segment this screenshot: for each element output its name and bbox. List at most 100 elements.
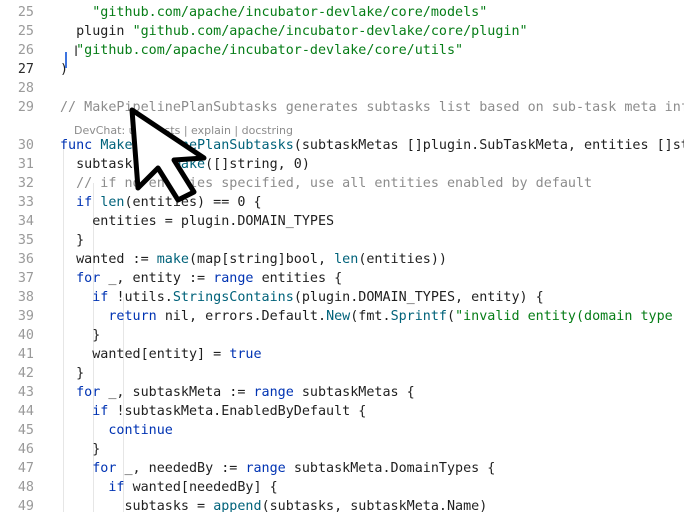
line-number: 44: [17, 404, 34, 419]
line-number: 42: [17, 366, 34, 381]
code-token: plugin: [60, 24, 133, 39]
code-token: (plugin.DOMAIN_TYPES, entity) {: [293, 290, 544, 305]
line-number: 32: [17, 176, 34, 191]
code-editor[interactable]: 25 "github.com/apache/incubator-devlake/…: [0, 0, 684, 512]
code-token: Sprintf: [390, 309, 447, 324]
line-number: 35: [17, 233, 34, 248]
code-token: append: [213, 499, 262, 512]
code-token: (entities)): [358, 252, 447, 267]
code-line[interactable]: return nil, errors.Default.New(fmt.Sprin…: [60, 307, 673, 326]
code-line[interactable]: if wanted[neededBy] {: [60, 478, 278, 497]
line-number: 43: [17, 385, 34, 400]
code-token: (subtaskMetas []plugin.SubTaskMeta, enti…: [293, 138, 684, 153]
code-token: !subtaskMeta.EnabledByDefault {: [116, 404, 367, 419]
code-token: for: [76, 385, 109, 400]
code-token: if: [76, 195, 101, 210]
mouse-pointer-icon: [129, 107, 207, 203]
code-line[interactable]: wanted[entity] = true: [60, 345, 262, 364]
code-token: (subtasks, subtaskMeta.Name): [261, 499, 488, 512]
code-token: "github.com/apache/incubator-devlake/cor…: [132, 24, 528, 39]
code-token: _, entity :=: [108, 271, 214, 286]
line-number: 38: [17, 290, 34, 305]
code-token: range: [245, 461, 294, 476]
code-token: StringsContains: [172, 290, 294, 305]
line-number: 47: [17, 461, 34, 476]
line-number: 29: [17, 100, 34, 115]
code-token: entities = plugin.DOMAIN_TYPES: [60, 214, 335, 229]
code-line[interactable]: plugin "github.com/apache/incubator-devl…: [60, 22, 528, 41]
code-token: range: [253, 385, 302, 400]
code-token: if: [92, 404, 117, 419]
code-token: len: [334, 252, 359, 267]
code-token: }: [60, 366, 85, 381]
code-token: (fmt.: [350, 309, 391, 324]
code-line[interactable]: subtasks = append(subtasks, subtaskMeta.…: [60, 497, 487, 512]
code-token: for: [92, 461, 125, 476]
line-number: 46: [17, 442, 34, 457]
line-number: 33: [17, 195, 34, 210]
code-token: "github.com/apache/incubator-devlake/cor…: [76, 43, 464, 58]
code-token: for: [76, 271, 109, 286]
code-line[interactable]: continue: [60, 421, 173, 440]
code-token: range: [213, 271, 262, 286]
code-token: subtaskMetas {: [301, 385, 415, 400]
code-token: if: [108, 480, 133, 495]
code-line[interactable]: "github.com/apache/incubator-devlake/cor…: [60, 3, 487, 22]
line-number: 45: [17, 423, 34, 438]
line-number: 25: [17, 5, 34, 20]
code-token: make: [156, 252, 189, 267]
code-token: wanted :=: [60, 252, 157, 267]
code-line[interactable]: }: [60, 440, 100, 459]
code-token: nil, errors.Default.: [164, 309, 327, 324]
line-number: 37: [17, 271, 34, 286]
line-number: 34: [17, 214, 34, 229]
line-number: 36: [17, 252, 34, 267]
code-token: subtasks =: [60, 499, 214, 512]
code-line[interactable]: for _, neededBy := range subtaskMeta.Dom…: [60, 459, 495, 478]
code-line[interactable]: if !utils.StringsContains(plugin.DOMAIN_…: [60, 288, 544, 307]
code-line[interactable]: for _, entity := range entities {: [60, 269, 342, 288]
line-number: 27: [17, 62, 34, 77]
code-token: "invalid entity(domain type: [455, 309, 673, 324]
code-token: (: [447, 309, 456, 324]
code-line[interactable]: wanted := make(map[string]bool, len(enti…: [60, 250, 447, 269]
code-line[interactable]: }: [60, 231, 84, 250]
code-token: continue: [108, 423, 173, 438]
code-line[interactable]: for _, subtaskMeta := range subtaskMetas…: [60, 383, 415, 402]
code-line[interactable]: }: [60, 326, 100, 345]
line-number: 49: [17, 499, 34, 512]
line-number: 31: [17, 157, 34, 172]
code-line[interactable]: }: [60, 364, 84, 383]
code-line[interactable]: if !subtaskMeta.EnabledByDefault {: [60, 402, 366, 421]
line-number: 28: [17, 81, 34, 96]
code-line[interactable]: entities = plugin.DOMAIN_TYPES: [60, 212, 334, 231]
line-number: 48: [17, 480, 34, 495]
code-token: true: [229, 347, 262, 362]
code-token: _, neededBy :=: [124, 461, 246, 476]
ibeam-cursor-icon: I: [74, 44, 79, 60]
code-line[interactable]: "github.com/apache/incubator-devlake/cor…: [60, 41, 463, 60]
code-token: wanted[entity] =: [60, 347, 230, 362]
code-token: !utils.: [116, 290, 173, 305]
code-token: subtaskMeta.DomainTypes {: [293, 461, 496, 476]
code-token: (map[string]bool,: [189, 252, 335, 267]
text-caret: [65, 52, 67, 68]
code-token: return: [108, 309, 165, 324]
code-token: if: [92, 290, 117, 305]
code-token: _, subtaskMeta :=: [108, 385, 254, 400]
line-number: 40: [17, 328, 34, 343]
code-token: }: [60, 328, 101, 343]
line-number: 26: [17, 43, 34, 58]
code-token: wanted[neededBy] {: [132, 480, 278, 495]
code-token: entities {: [261, 271, 343, 286]
